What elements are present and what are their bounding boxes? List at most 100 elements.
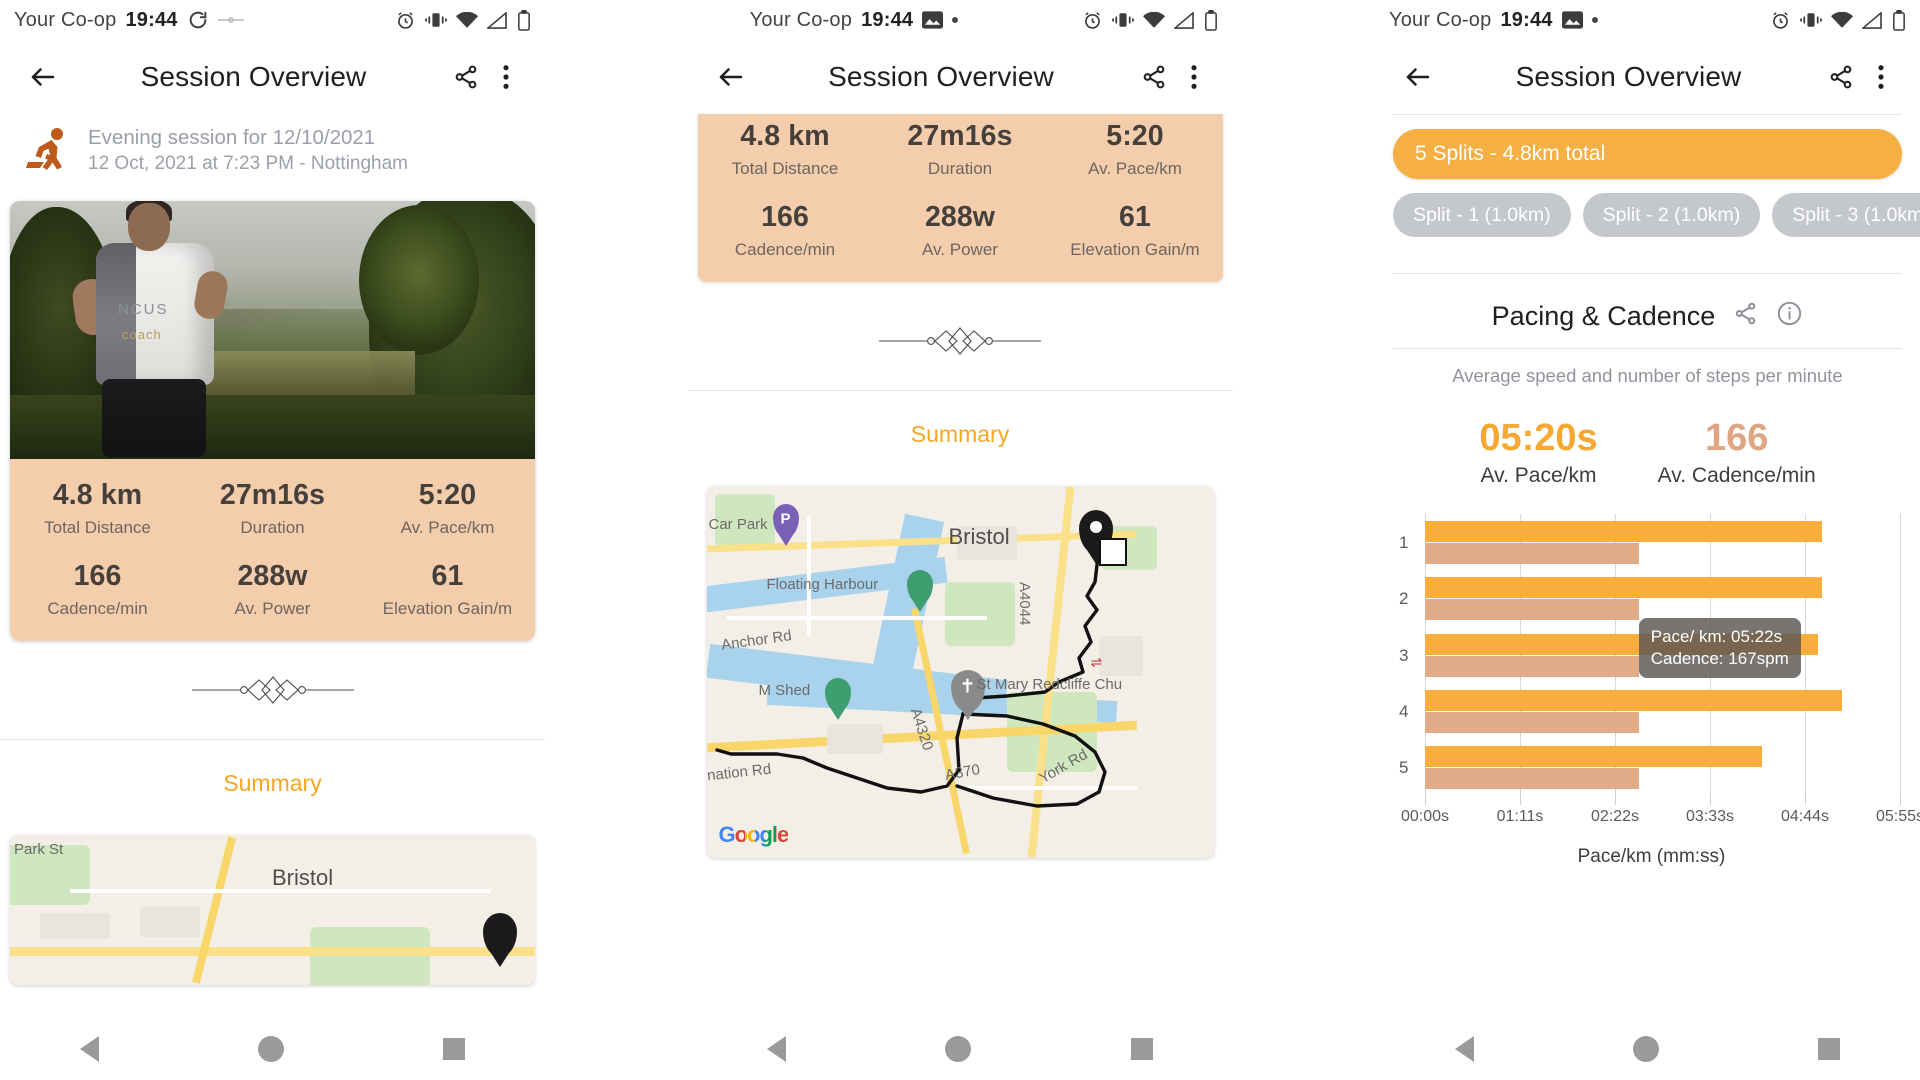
pacing-card-subtitle: Average speed and number of steps per mi… <box>1452 365 1843 386</box>
chart-bar-group[interactable]: 4 <box>1399 689 1900 733</box>
stat-value: 288w <box>237 560 308 592</box>
stat-label: Cadence/min <box>734 240 836 259</box>
stat-av-power: 288w Av. Power <box>185 560 360 619</box>
sync-icon <box>187 9 209 31</box>
chart-y-tick-label: 2 <box>1399 589 1409 609</box>
share-icon[interactable] <box>443 54 489 100</box>
nav-home-circle-icon[interactable] <box>257 1036 284 1062</box>
tooltip-line-2: Cadence: 167spm <box>1650 648 1789 668</box>
chart-bar-cadence[interactable] <box>1425 599 1640 621</box>
session-title: Evening session for 12/10/2021 <box>88 126 376 149</box>
more-vertical-icon[interactable] <box>489 54 523 100</box>
nav-back-triangle-icon[interactable] <box>1454 1036 1474 1062</box>
battery-icon <box>1204 9 1218 31</box>
info-circle-icon[interactable] <box>1776 300 1803 332</box>
back-arrow-icon[interactable] <box>710 56 752 98</box>
chart-y-tick-label: 4 <box>1399 701 1409 721</box>
chart-bar-cadence[interactable] <box>1425 768 1640 790</box>
session-header: Evening session for 12/10/2021 12 Oct, 2… <box>0 114 545 189</box>
more-vertical-icon[interactable] <box>1864 54 1898 100</box>
nav-home-circle-icon[interactable] <box>1632 1036 1659 1062</box>
chart-bar-cadence[interactable] <box>1425 542 1640 564</box>
stat-duration: 27m16s Duration <box>185 479 360 538</box>
chart-bar-pace-km[interactable] <box>1425 520 1823 542</box>
share-icon[interactable] <box>1818 54 1864 100</box>
stat-cadence: 166 Cadence/min <box>698 201 873 260</box>
carrier-label: Your Co-op <box>749 8 853 31</box>
stat-value: 4.8 km <box>740 120 830 152</box>
stat-value: 61 <box>431 560 464 592</box>
route-map[interactable]: P ✝ ⇌ Car Park Bristol Floating Harbour … <box>706 486 1214 858</box>
session-stats-panel: 4.8 km Total Distance 27m16s Duration 5:… <box>697 114 1223 282</box>
map-label-car-park: Car Park <box>708 516 768 533</box>
chart-bar-group[interactable]: 2 <box>1399 577 1900 621</box>
dot-icon <box>1591 17 1598 23</box>
signal-icon <box>1173 10 1195 29</box>
dot-icon <box>952 17 959 23</box>
chart-bar-group[interactable]: 5 <box>1399 746 1900 790</box>
share-icon[interactable] <box>1733 301 1758 331</box>
split-chip-1[interactable]: Split - 1 (1.0km) <box>1393 193 1571 237</box>
metric-label: Av. Pace/km <box>1480 464 1597 487</box>
chart-x-tick-label: 05:55s <box>1875 808 1920 825</box>
pacing-cadence-bar-chart[interactable]: Pace/ km: 05:22s Cadence: 167spm 1 2 3 4 5 0… <box>1393 514 1920 868</box>
wifi-icon <box>456 11 478 29</box>
session-photo: NCUS coach <box>10 201 535 459</box>
clock-label: 19:44 <box>125 8 178 31</box>
clock-label: 19:44 <box>1500 8 1553 31</box>
map-label-m-shed: M Shed <box>758 682 811 699</box>
stat-label: Av. Pace/km <box>1088 159 1182 178</box>
stat-label: Cadence/min <box>47 599 148 618</box>
vibrate-icon <box>1800 11 1822 29</box>
google-watermark: Google <box>718 822 790 847</box>
stats-row-2: 166 Cadence/min 288w Av. Power 61 Elevat… <box>698 201 1223 260</box>
chart-x-tick-label: 03:33s <box>1685 808 1735 825</box>
route-polyline <box>714 546 1107 808</box>
chart-x-tick <box>1805 796 1806 805</box>
metric-av-cadence: 166 Av. Cadence/min <box>1658 417 1816 488</box>
chart-bar-group[interactable]: 1 <box>1399 520 1900 564</box>
splits-total-chip[interactable]: 5 Splits - 4.8km total <box>1393 129 1902 179</box>
vibrate-icon <box>425 11 447 29</box>
stat-value: 27m16s <box>219 479 326 511</box>
share-icon[interactable] <box>1131 54 1177 100</box>
chart-bar-pace-km[interactable] <box>1425 689 1843 711</box>
metric-label: Av. Cadence/min <box>1657 464 1816 487</box>
nav-back-triangle-icon[interactable] <box>767 1036 787 1062</box>
image-icon <box>922 11 944 29</box>
back-arrow-icon[interactable] <box>1397 56 1439 98</box>
summary-section-label: Summary <box>223 770 322 796</box>
pacing-card-header: Pacing & Cadence <box>1375 274 1920 348</box>
nav-home-circle-icon[interactable] <box>945 1036 972 1062</box>
wifi-icon <box>1143 11 1166 29</box>
image-icon <box>1561 11 1583 29</box>
session-subtitle: 12 Oct, 2021 at 7:23 PM - Nottingham <box>88 153 409 174</box>
nav-back-triangle-icon[interactable] <box>79 1036 99 1062</box>
back-arrow-icon[interactable] <box>22 56 64 98</box>
android-nav-bar <box>687 1018 1233 1080</box>
signal-dash-icon <box>217 15 244 25</box>
stat-value: 61 <box>1119 201 1151 233</box>
chart-tooltip: Pace/ km: 05:22s Cadence: 167spm <box>1638 618 1801 678</box>
nav-recents-square-icon[interactable] <box>443 1038 466 1060</box>
stat-label: Elevation Gain/m <box>1070 240 1200 259</box>
more-vertical-icon[interactable] <box>1177 54 1211 100</box>
splits-chip-row[interactable]: Split - 1 (1.0km) Split - 2 (1.0km) Spli… <box>1375 179 1920 237</box>
map-label-st-mary: St Mary Redcliffe Chu <box>976 676 1123 693</box>
chart-bar-cadence[interactable] <box>1425 711 1640 733</box>
map-label-a4044: A4044 <box>1015 582 1033 626</box>
screen-session-overview-top: Your Co-op 19:44 Session Overview Evenin… <box>0 0 545 1080</box>
chart-bar-cadence[interactable] <box>1425 655 1640 677</box>
chart-bar-pace-km[interactable] <box>1425 746 1763 768</box>
stat-av-power: 288w Av. Power <box>873 201 1048 260</box>
split-chip-3[interactable]: Split - 3 (1.0km) <box>1772 193 1920 237</box>
route-map-preview[interactable]: Park St Bristol <box>10 835 535 985</box>
screen-pacing-cadence: Your Co-op 19:44 Session Overview 5 Spli… <box>1375 0 1920 1080</box>
map-label-floating-harbour: Floating Harbour <box>766 576 879 593</box>
chart-bar-pace-km[interactable] <box>1425 577 1823 599</box>
stat-av-pace: 5:20 Av. Pace/km <box>1048 120 1223 179</box>
split-chip-2[interactable]: Split - 2 (1.0km) <box>1582 193 1761 237</box>
nav-recents-square-icon[interactable] <box>1130 1038 1153 1060</box>
stat-elevation-gain: 61 Elevation Gain/m <box>1048 201 1223 260</box>
nav-recents-square-icon[interactable] <box>1818 1038 1841 1060</box>
